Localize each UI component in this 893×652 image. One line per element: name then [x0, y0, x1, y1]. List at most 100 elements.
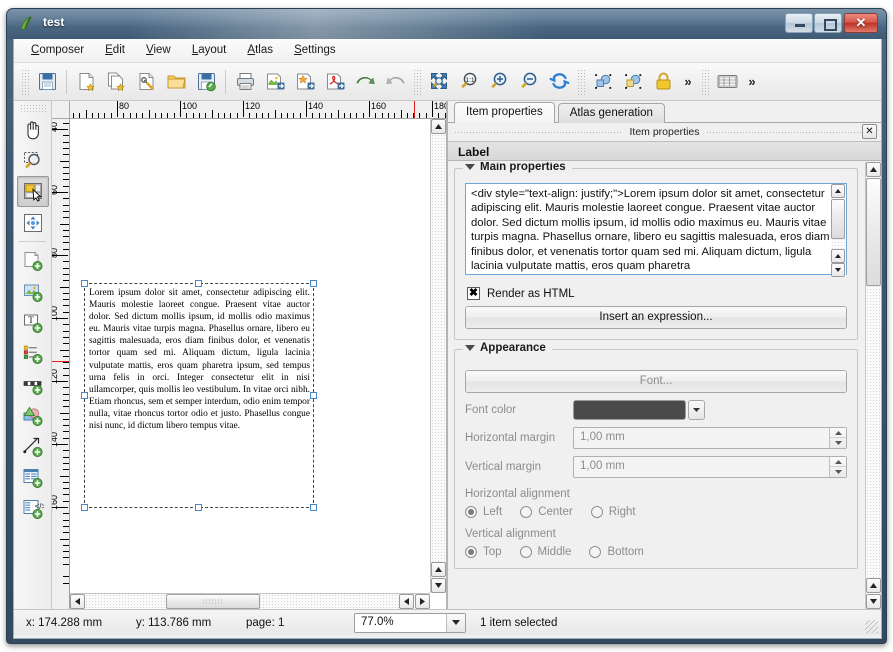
radio-align-middle[interactable]: [519, 546, 532, 558]
tools-toolbar-grip[interactable]: [19, 104, 46, 112]
atlas-overflow-button[interactable]: »: [742, 74, 762, 89]
textarea-scroll-down-arrow[interactable]: [831, 263, 845, 277]
menu-edit[interactable]: Edit: [96, 39, 134, 60]
toolbar-grip[interactable]: [413, 68, 421, 95]
font-color-picker[interactable]: [573, 400, 705, 420]
textarea-scroll-up-arrow[interactable]: [831, 184, 845, 198]
chevron-down-icon[interactable]: [446, 613, 465, 632]
zoom-actual-button[interactable]: 1:1: [454, 67, 484, 97]
label-html-input[interactable]: <div style="text-align: justify;">Lorem …: [465, 183, 847, 275]
vertical-margin-spinbox[interactable]: 1,00 mm: [573, 456, 847, 478]
textarea-scrollbar[interactable]: [831, 184, 846, 277]
insert-expression-button[interactable]: Insert an expression...: [465, 306, 847, 329]
toolbar-grip[interactable]: [21, 68, 29, 95]
pan-tool[interactable]: [17, 114, 49, 145]
load-from-template-button[interactable]: [161, 67, 191, 97]
font-color-swatch[interactable]: [573, 400, 686, 420]
select-move-item-tool[interactable]: [16, 176, 49, 207]
menu-composer[interactable]: CComposeromposer: [22, 39, 93, 60]
add-html-frame-tool[interactable]: </>: [17, 493, 49, 524]
dock-scroll-down-arrow[interactable]: [866, 594, 881, 609]
horizontal-margin-spinbox[interactable]: 1,00 mm: [573, 427, 847, 449]
resize-handle-e[interactable]: [310, 391, 317, 399]
zoom-level-combobox[interactable]: 77.0%: [354, 612, 466, 633]
move-item-content-tool[interactable]: [17, 207, 49, 238]
label-item[interactable]: Lorem ipsum dolor sit amet, consectetur …: [81, 280, 317, 511]
maximize-button[interactable]: [814, 13, 842, 33]
resize-handle-sw[interactable]: [81, 504, 88, 511]
dock-scroll-thumb[interactable]: [866, 178, 881, 286]
redo-button[interactable]: [380, 67, 410, 97]
toolbar-grip[interactable]: [577, 68, 585, 95]
resize-handle-ne[interactable]: [310, 280, 317, 287]
print-button[interactable]: [230, 67, 260, 97]
menu-atlas[interactable]: Atlas: [238, 39, 282, 60]
canvas-horizontal-scrollbar[interactable]: [70, 593, 430, 609]
textarea-scroll-thumb[interactable]: [831, 199, 845, 239]
close-icon[interactable]: ✕: [862, 124, 877, 139]
export-image-button[interactable]: [260, 67, 290, 97]
toolbar-grip[interactable]: [701, 68, 709, 95]
stepper-up-icon[interactable]: [830, 457, 846, 467]
save-project-button[interactable]: [32, 67, 62, 97]
radio-align-center[interactable]: [520, 506, 533, 518]
scroll-down-arrow[interactable]: [431, 578, 446, 593]
resize-handle-se[interactable]: [310, 504, 317, 511]
main-properties-header[interactable]: Main properties: [463, 162, 572, 173]
stepper-down-icon[interactable]: [830, 467, 846, 477]
save-as-template-button[interactable]: [191, 67, 221, 97]
horizontal-scroll-thumb[interactable]: [166, 594, 260, 609]
resize-handle-n[interactable]: [195, 280, 202, 287]
refresh-view-button[interactable]: [544, 67, 574, 97]
resize-handle-s[interactable]: [195, 504, 202, 511]
composer-canvas[interactable]: 80 100 120 140 160 180 40 60 80 100 120 140 160 Lor…: [52, 101, 447, 609]
collapse-triangle-icon[interactable]: [465, 164, 475, 170]
radio-align-top[interactable]: [465, 546, 477, 558]
menu-settings[interactable]: Settings: [285, 39, 345, 60]
radio-align-bottom[interactable]: [589, 546, 602, 558]
scroll-down-arrow-top[interactable]: [431, 562, 446, 577]
zoom-full-button[interactable]: [424, 67, 454, 97]
duplicate-composer-button[interactable]: [101, 67, 131, 97]
menu-view[interactable]: View: [137, 39, 180, 60]
new-composer-button[interactable]: [71, 67, 101, 97]
add-legend-tool[interactable]: [17, 338, 49, 369]
scroll-left-arrow[interactable]: [70, 594, 85, 609]
collapse-triangle-icon[interactable]: [465, 345, 475, 351]
minimize-button[interactable]: [785, 13, 813, 33]
dock-vertical-scrollbar[interactable]: [865, 162, 881, 609]
resize-handle-w[interactable]: [81, 391, 88, 399]
zoom-out-button[interactable]: [514, 67, 544, 97]
stepper-up-icon[interactable]: [830, 428, 846, 438]
scroll-left-arrow-right[interactable]: [399, 594, 414, 609]
zoom-in-button[interactable]: [484, 67, 514, 97]
add-arrow-tool[interactable]: [17, 431, 49, 462]
add-map-tool[interactable]: [17, 245, 49, 276]
horizontal-margin-steppers[interactable]: [829, 428, 846, 448]
export-svg-button[interactable]: [290, 67, 320, 97]
add-image-tool[interactable]: [17, 276, 49, 307]
lock-items-button[interactable]: [648, 67, 678, 97]
undo-button[interactable]: [350, 67, 380, 97]
tab-item-properties[interactable]: Item properties: [454, 102, 555, 123]
appearance-header[interactable]: Appearance: [463, 342, 552, 354]
menu-layout[interactable]: Layout: [183, 39, 236, 60]
export-pdf-button[interactable]: [320, 67, 350, 97]
radio-align-left[interactable]: [465, 506, 477, 518]
add-attribute-table-tool[interactable]: [17, 462, 49, 493]
page-view[interactable]: Lorem ipsum dolor sit amet, consectetur …: [71, 120, 429, 592]
font-button[interactable]: Font...: [465, 370, 847, 393]
radio-align-right[interactable]: [590, 506, 603, 518]
window-resize-grip[interactable]: [865, 620, 878, 633]
add-label-tool[interactable]: T: [17, 307, 49, 338]
dock-scroll-down-arrow-upper[interactable]: [866, 578, 881, 593]
zoom-tool[interactable]: [17, 145, 49, 176]
stepper-down-icon[interactable]: [830, 438, 846, 448]
deselect-all-items-button[interactable]: [618, 67, 648, 97]
add-scalebar-tool[interactable]: [17, 369, 49, 400]
atlas-preview-button[interactable]: [712, 67, 742, 97]
textarea-scroll-down-arrow-upper[interactable]: [831, 249, 845, 263]
toolbar-overflow-button[interactable]: »: [678, 74, 698, 89]
add-shape-tool[interactable]: [17, 400, 49, 431]
chevron-down-icon[interactable]: [688, 400, 705, 420]
